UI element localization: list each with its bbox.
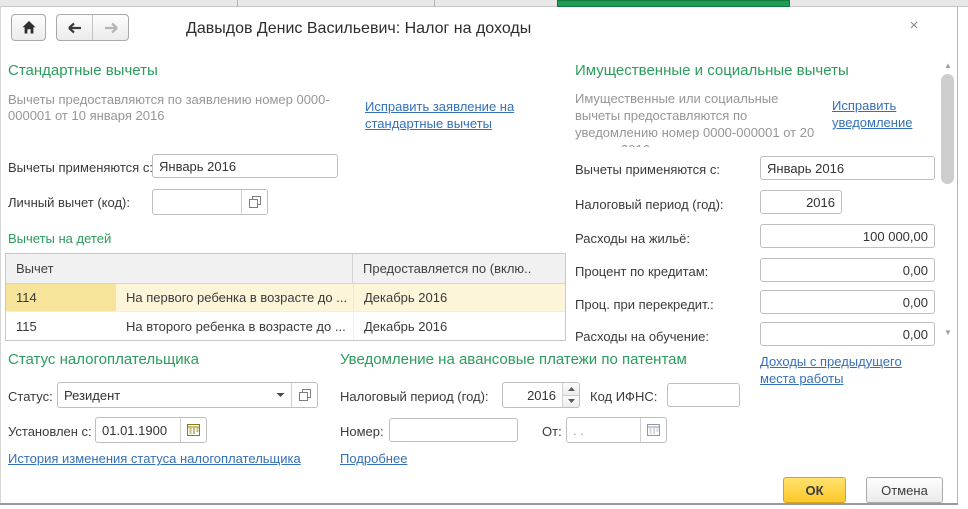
notification-date-field [566, 417, 667, 443]
education-expenses-label: Расходы на обучение: [575, 329, 710, 344]
property-deductions-description: Имущественные или социальные вычеты пред… [575, 91, 815, 147]
deduction-name-cell[interactable]: На первого ребенка в возрасте до ... [116, 284, 353, 311]
applied-from-label: Вычеты применяются с: [8, 160, 153, 175]
spinner-up-button[interactable] [563, 383, 579, 395]
column-header-provided-until[interactable]: Предоставляется по (вклю.. [353, 261, 565, 276]
children-deductions-header: Вычеты на детей [8, 231, 112, 246]
fix-application-link[interactable]: Исправить заявление на стандартные вычет… [365, 98, 540, 132]
patent-period-field [502, 382, 580, 408]
column-header-deduction[interactable]: Вычет [6, 254, 353, 283]
calendar-icon [187, 424, 200, 436]
income-tax-dialog: Давыдов Денис Васильевич: Налог на доход… [0, 0, 968, 509]
tab-divider [237, 0, 238, 7]
deduction-until-cell[interactable]: Декабрь 2016 [353, 312, 565, 340]
window-title: Давыдов Денис Васильевич: Налог на доход… [186, 20, 532, 37]
forward-arrow-icon [103, 22, 119, 34]
pd-tax-period-input[interactable] [760, 190, 842, 214]
set-from-input[interactable] [96, 418, 180, 442]
scrollbar-thumb[interactable] [941, 74, 954, 184]
personal-deduction-label: Личный вычет (код): [8, 195, 130, 210]
status-input[interactable] [58, 383, 269, 407]
spinner-down-icon [567, 399, 575, 404]
spinner-down-button[interactable] [563, 394, 579, 407]
forward-button[interactable] [92, 15, 128, 40]
applied-from-input[interactable] [152, 154, 338, 178]
education-expenses-input[interactable] [760, 322, 935, 346]
notification-number-input[interactable] [389, 418, 518, 442]
housing-expenses-label: Расходы на жильё: [575, 231, 690, 246]
period-spinner [562, 383, 579, 407]
housing-expenses-input[interactable] [760, 224, 935, 248]
personal-deduction-input[interactable] [153, 190, 241, 214]
standard-deductions-header: Стандартные вычеты [8, 62, 158, 79]
ifns-code-label: Код ИФНС: [590, 389, 658, 404]
window-left-edge [0, 6, 1, 504]
back-arrow-icon [67, 22, 83, 34]
deduction-until-cell[interactable]: Декабрь 2016 [353, 284, 565, 311]
choose-icon [298, 389, 311, 401]
children-deductions-table: Вычет Предоставляется по (вклю.. 114 На … [5, 253, 566, 341]
status-dropdown-button[interactable] [269, 383, 291, 407]
ifns-code-input[interactable] [667, 383, 740, 407]
top-tab-strip [0, 0, 968, 7]
scrollbar-up-button[interactable]: ▲ [942, 60, 954, 70]
status-label: Статус: [8, 389, 53, 404]
refinance-interest-label: Проц. при перекредит.: [575, 297, 714, 312]
pd-tax-period-label: Налоговый период (год): [575, 197, 724, 212]
table-header-row: Вычет Предоставляется по (вклю.. [6, 254, 565, 284]
chevron-down-icon [276, 392, 285, 398]
back-button[interactable] [57, 15, 92, 40]
patent-period-input[interactable] [503, 383, 562, 407]
table-row[interactable]: 114 На первого ребенка в возрасте до ...… [6, 284, 565, 312]
previous-income-link[interactable]: Доходы с предыдущего места работы [760, 353, 940, 387]
window-bottom-edge [0, 503, 958, 505]
pd-applied-from-input[interactable] [760, 156, 935, 180]
spinner-up-icon [567, 386, 575, 391]
personal-deduction-field [152, 189, 268, 215]
window-right-edge [957, 6, 958, 504]
notification-date-input[interactable] [567, 418, 640, 442]
home-button[interactable] [11, 14, 46, 41]
loan-interest-label: Процент по кредитам: [575, 264, 709, 279]
notification-number-label: Номер: [340, 424, 384, 439]
cancel-button[interactable]: Отмена [866, 477, 943, 503]
patent-period-label: Налоговый период (год): [340, 389, 489, 404]
loan-interest-input[interactable] [760, 258, 935, 282]
choose-icon [248, 196, 261, 208]
calendar-icon [647, 424, 660, 436]
status-choose-button[interactable] [292, 383, 317, 407]
deduction-code-cell[interactable]: 115 [6, 312, 116, 340]
patent-notification-header: Уведомление на авансовые платежи по пате… [340, 351, 687, 368]
status-field [57, 382, 318, 408]
set-from-calendar-button[interactable] [181, 418, 206, 442]
tab-divider [434, 0, 435, 7]
home-icon [22, 21, 36, 34]
active-tab-indicator[interactable] [557, 0, 790, 7]
taxpayer-status-header: Статус налогоплательщика [8, 351, 199, 368]
deduction-code-cell[interactable]: 114 [6, 284, 116, 311]
refinance-interest-input[interactable] [760, 290, 935, 314]
status-history-link[interactable]: История изменения статуса налогоплательщ… [8, 450, 301, 467]
ok-button[interactable]: ОК [783, 477, 846, 503]
scrollbar-down-button[interactable]: ▼ [942, 327, 954, 337]
notification-date-calendar-button[interactable] [641, 418, 666, 442]
pd-applied-from-label: Вычеты применяются с: [575, 162, 720, 177]
choose-button[interactable] [242, 190, 267, 214]
details-link[interactable]: Подробнее [340, 450, 407, 467]
close-icon[interactable]: × [903, 14, 925, 36]
property-deductions-header: Имущественные и социальные вычеты [575, 62, 849, 79]
table-row[interactable]: 115 На второго ребенка в возрасте до ...… [6, 312, 565, 340]
set-from-field [95, 417, 207, 443]
notification-date-label: От: [542, 424, 562, 439]
set-from-label: Установлен с: [8, 424, 92, 439]
fix-notification-link[interactable]: Исправить уведомление [832, 97, 937, 131]
standard-deductions-description: Вычеты предоставляются по заявлению номе… [8, 92, 330, 123]
history-nav-group [56, 14, 129, 41]
deduction-name-cell[interactable]: На второго ребенка в возрасте до ... [116, 312, 353, 340]
